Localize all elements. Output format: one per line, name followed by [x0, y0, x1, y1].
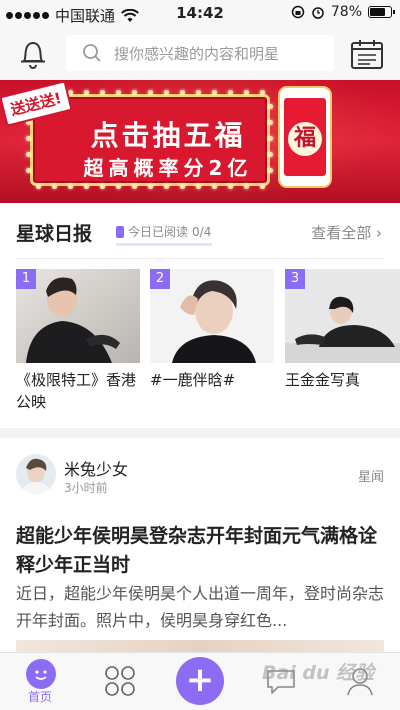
banner-subtitle: 超高概率分2亿 [83, 156, 253, 180]
card-rank: 2 [150, 269, 170, 289]
grid-circles-icon [105, 666, 135, 696]
daily-cards: 1 《极限特工》香港公映 2 #一鹿伴晗# 3 王金金写真 [0, 269, 400, 425]
bulb-light [84, 90, 89, 95]
article-summary[interactable]: 近日，超能少年侯明昊个人出道一周年，登时尚杂志开年封面。照片中，侯明昊身穿红色.… [16, 580, 388, 634]
daily-section-header: 星球日报 今日已阅读 0/4 查看全部 › [0, 203, 400, 259]
author-name[interactable]: 米兔少女 [64, 456, 128, 480]
bulb-light [268, 104, 273, 109]
bulb-light [260, 184, 265, 189]
bulb-light [116, 90, 121, 95]
tab-home-label: 首页 [27, 690, 52, 704]
bulb-light [244, 90, 249, 95]
card-rank: 3 [285, 269, 305, 289]
card-caption: #一鹿伴晗# [150, 371, 236, 389]
bulb-light [260, 90, 265, 95]
bulb-light [26, 136, 31, 141]
bulb-light [196, 184, 201, 189]
post-plus-button[interactable]: + [176, 657, 224, 705]
search-icon [83, 44, 101, 62]
bulb-light [26, 168, 31, 173]
bulb-light [212, 184, 217, 189]
bulb-light [148, 90, 153, 95]
bulb-light [148, 184, 153, 189]
top-header: 搜你感兴趣的内容和明星 [0, 28, 400, 80]
rotation-lock-icon [291, 5, 305, 19]
read-count: 0/4 [192, 224, 212, 239]
bulb-light [228, 90, 233, 95]
bulb-light [100, 90, 105, 95]
read-progress: 今日已阅读 0/4 [116, 223, 211, 240]
card-rank: 1 [16, 269, 36, 289]
home-planet-icon [26, 659, 56, 689]
bulb-light [116, 184, 121, 189]
bulb-light [100, 184, 105, 189]
calendar-icon[interactable] [350, 38, 384, 70]
section-title: 星球日报 [16, 223, 93, 245]
read-label: 今日已阅读 [128, 225, 189, 239]
bulb-light [26, 152, 31, 157]
post-time: 3小时前 [64, 481, 108, 495]
battery-percent: 78% [330, 4, 362, 20]
bulb-light [36, 184, 41, 189]
search-box[interactable]: 搜你感兴趣的内容和明星 [66, 35, 334, 71]
bulb-light [52, 184, 57, 189]
bulb-light [180, 90, 185, 95]
card-caption: 《极限特工》香港公映 [16, 371, 137, 411]
bulb-light [84, 184, 89, 189]
bell-icon[interactable] [18, 38, 48, 70]
tab-home[interactable]: 首页 [0, 653, 80, 710]
tab-discover[interactable] [80, 653, 160, 710]
watermark: Bai du 经验 [262, 662, 375, 684]
bulb-light [196, 90, 201, 95]
see-all-link[interactable]: 查看全部 › [311, 222, 382, 243]
banner-title: 点击抽五福 [90, 119, 246, 152]
bulb-light [244, 184, 249, 189]
bulb-light [68, 184, 73, 189]
bulb-light [132, 90, 137, 95]
promo-banner[interactable]: 送送送! 点击抽五福 超高概率分2亿 福 [0, 80, 400, 203]
bulb-light [180, 184, 185, 189]
article-image-preview [16, 640, 384, 652]
section-gap [0, 428, 400, 438]
fu-character: 福 [288, 122, 322, 156]
bulb-light [228, 184, 233, 189]
bulb-light [164, 184, 169, 189]
status-bar: 中国联通 14:42 78% [0, 0, 400, 28]
article-title[interactable]: 超能少年侯明昊登杂志开年封面元气满格诠释少年正当时 [16, 522, 388, 580]
author-avatar[interactable] [16, 454, 56, 494]
bulb-light [212, 90, 217, 95]
read-progress-track [116, 243, 212, 246]
bulb-light [132, 184, 137, 189]
alarm-icon [312, 7, 324, 19]
bulb-light [164, 90, 169, 95]
divider [16, 258, 384, 259]
channel-label: 星闻 [357, 470, 384, 485]
battery-icon [368, 6, 395, 18]
search-placeholder: 搜你感兴趣的内容和明星 [114, 44, 280, 63]
bottle-icon [116, 225, 124, 238]
card-caption: 王金金写真 [285, 371, 361, 389]
phone-illustration: 福 [278, 86, 332, 188]
